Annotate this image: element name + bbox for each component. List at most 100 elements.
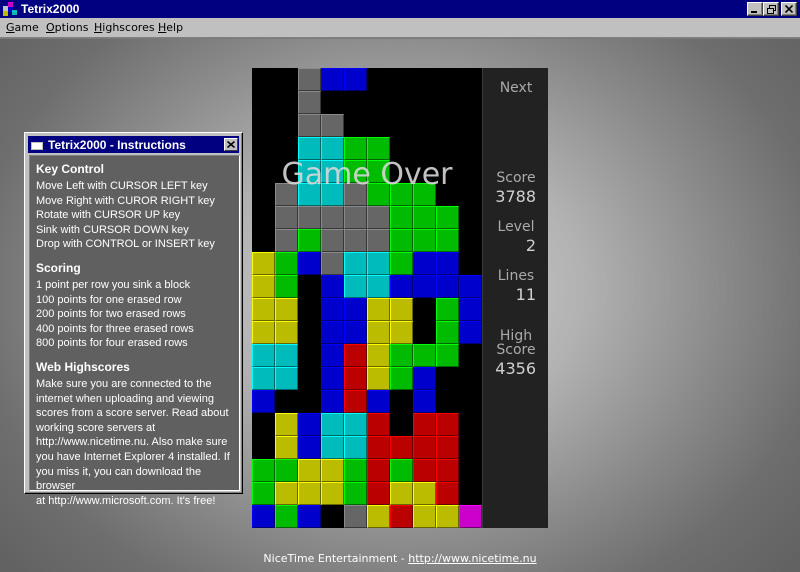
board-block: [413, 344, 436, 367]
footer-link[interactable]: http://www.nicetime.nu: [408, 552, 536, 565]
board-block: [367, 436, 390, 459]
board-block: [252, 321, 275, 344]
board-block: [413, 436, 436, 459]
game-board: [252, 68, 482, 528]
menu-highscores[interactable]: Highscores: [94, 21, 155, 34]
board-block: [321, 482, 344, 505]
board-block: [367, 505, 390, 528]
instruction-line: 200 points for two erased rows: [36, 308, 186, 321]
instructions-body: Key Control Move Left with CURSOR LEFT ke…: [29, 155, 240, 507]
board-block: [344, 413, 367, 436]
board-block: [298, 68, 321, 91]
board-block: [390, 459, 413, 482]
board-block: [413, 459, 436, 482]
board-block: [321, 114, 344, 137]
instruction-line: scores from a score server. Read about: [36, 407, 229, 420]
board-block: [252, 459, 275, 482]
board-block: [275, 459, 298, 482]
instructions-titlebar[interactable]: Tetrix2000 - Instructions: [28, 136, 239, 153]
level-label: Level: [497, 219, 535, 235]
board-block: [390, 344, 413, 367]
board-block: [436, 321, 459, 344]
board-block: [344, 459, 367, 482]
board-block: [390, 321, 413, 344]
board-block: [298, 91, 321, 114]
board-block: [413, 206, 436, 229]
board-block: [367, 298, 390, 321]
board-block: [367, 206, 390, 229]
instructions-window: Tetrix2000 - Instructions Key Control Mov…: [24, 132, 243, 507]
board-block: [344, 321, 367, 344]
instruction-line: working score servers at: [36, 421, 156, 434]
board-block: [367, 413, 390, 436]
instructions-section: Web Highscores Make sure you are connecte…: [36, 360, 233, 508]
score-label: Score: [496, 170, 536, 186]
board-block: [367, 321, 390, 344]
board-block: [298, 206, 321, 229]
board-block: [275, 413, 298, 436]
board-block: [344, 367, 367, 390]
section-heading: Web Highscores: [36, 359, 130, 374]
board-block: [321, 275, 344, 298]
menu-options[interactable]: Options: [46, 21, 88, 34]
score-value: 3788: [495, 187, 536, 206]
instruction-line: Make sure you are connected to the: [36, 377, 212, 390]
instruction-line: 400 points for three erased rows: [36, 322, 194, 335]
board-block: [298, 252, 321, 275]
board-block: [390, 505, 413, 528]
board-block: [275, 344, 298, 367]
board-block: [344, 275, 367, 298]
window-icon: [31, 140, 43, 150]
minimize-icon: [751, 11, 757, 13]
board-block: [413, 275, 436, 298]
board-block: [252, 298, 275, 321]
menu-game[interactable]: Game: [6, 21, 39, 34]
instruction-line: you miss it, you can download the browse…: [36, 465, 202, 493]
board-block: [459, 298, 482, 321]
footer-text: NiceTime Entertainment -: [263, 552, 409, 565]
board-block: [390, 252, 413, 275]
board-block: [321, 413, 344, 436]
instruction-line: 1 point per row you sink a block: [36, 278, 191, 291]
lines-label: Lines: [497, 268, 535, 284]
window-title: Tetrix2000: [21, 2, 80, 16]
board-block: [321, 390, 344, 413]
window-titlebar[interactable]: Tetrix2000: [0, 0, 800, 18]
board-block: [298, 482, 321, 505]
instructions-section: Scoring 1 point per row you sink a block 1…: [36, 261, 233, 351]
board-block: [252, 390, 275, 413]
board-block: [344, 482, 367, 505]
board-block: [252, 344, 275, 367]
section-heading: Key Control: [36, 162, 105, 176]
level-value: 2: [525, 236, 536, 255]
board-block: [252, 275, 275, 298]
menu-bar: Game Options Highscores Help: [0, 18, 800, 38]
board-block: [413, 252, 436, 275]
board-block: [298, 436, 321, 459]
board-block: [413, 482, 436, 505]
board-block: [390, 436, 413, 459]
board-block: [252, 367, 275, 390]
board-block: [275, 298, 298, 321]
board-block: [367, 344, 390, 367]
board-block: [321, 298, 344, 321]
instructions-close-button[interactable]: [224, 138, 238, 151]
board-block: [436, 344, 459, 367]
board-block: [367, 459, 390, 482]
board-block: [298, 413, 321, 436]
board-block: [413, 229, 436, 252]
board-block: [367, 482, 390, 505]
board-block: [367, 275, 390, 298]
board-block: [275, 436, 298, 459]
instruction-line: Drop with CONTROL or INSERT key: [36, 238, 215, 251]
board-block: [390, 206, 413, 229]
minimize-button[interactable]: [747, 2, 763, 16]
app-icon: [3, 2, 17, 16]
menu-help[interactable]: Help: [158, 21, 183, 34]
close-button[interactable]: [781, 2, 797, 16]
board-block: [413, 367, 436, 390]
board-block: [390, 229, 413, 252]
restore-button[interactable]: [763, 2, 779, 16]
instruction-line: 800 points for four erased rows: [36, 337, 188, 350]
board-block: [275, 206, 298, 229]
